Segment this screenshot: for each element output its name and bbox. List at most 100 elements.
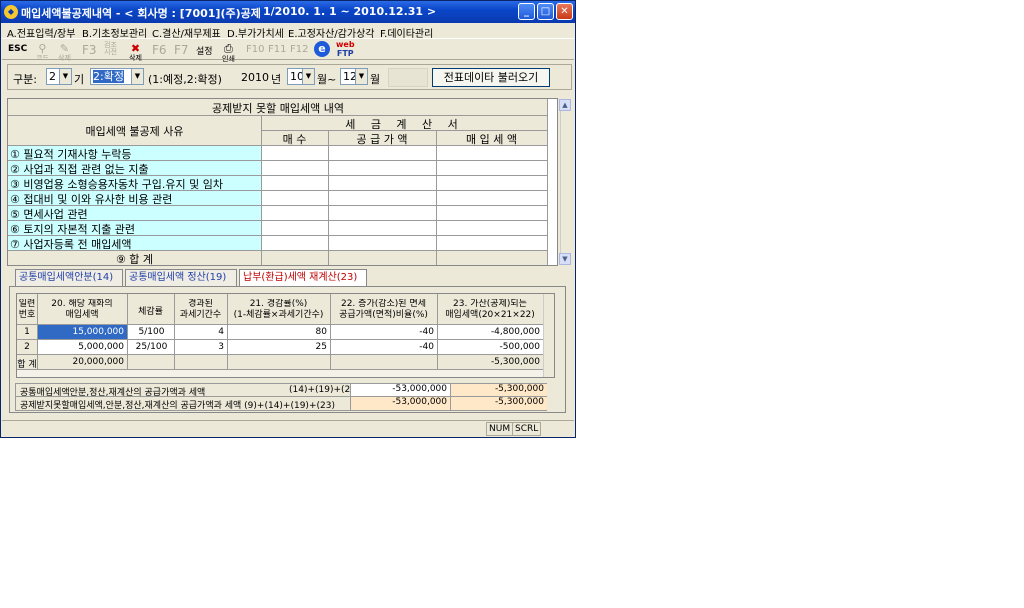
header-seq: 일련 번호 [18, 299, 36, 320]
app-window: ◆ 매입세액불공제내역 - < 회사명 : [7001](주)공제 1/2010… [0, 0, 576, 438]
month-from-suffix: 월~ [317, 73, 337, 86]
total-label: 합 계 [17, 360, 37, 370]
delete-button[interactable]: ✎ 삭제 [58, 42, 71, 62]
f12-button[interactable]: F12 [290, 44, 308, 55]
reason-row: ⑤ 면세사업 관련 [10, 208, 88, 221]
kind-select[interactable]: 2:확정 ▼ [90, 68, 144, 85]
invoice-header: 세 금 계 산 서 [345, 118, 464, 131]
scroll-up-icon[interactable]: ▲ [559, 99, 571, 111]
recalc-panel: 일련 번호 20. 해당 재화의 매입세액 체감률 경과된 과세기간수 21. 경감률… [9, 286, 566, 413]
row-reduce-rate: 80 [315, 327, 327, 337]
grid1-title: 공제받지 못할 매입세액 내역 [212, 102, 344, 115]
type-label: 구분: [13, 73, 37, 86]
month-to-suffix: 월 [370, 73, 381, 86]
header-c20: 20. 해당 재화의 매입세액 [51, 299, 113, 320]
row-rate[interactable]: 25/100 [129, 342, 174, 352]
status-bar: NUM SCRL [2, 420, 574, 436]
code-button[interactable]: ⚲ 코드 [36, 42, 49, 62]
summary-row-1: 공통매입세액안분,정산,재계산의 공급가액과 세액 (14)+(19)+(23)… [15, 383, 547, 398]
row-reduce-rate: 25 [315, 342, 327, 352]
reason-row: ⑦ 사업자등록 전 매입세액 [10, 238, 132, 251]
f11-button[interactable]: F11 [268, 44, 286, 55]
grid1-total-label: ⑨ 합 계 [115, 253, 154, 266]
row-tax-input[interactable]: 5,000,000 [38, 342, 127, 352]
month-to-select[interactable]: 12 ▼ [340, 68, 368, 85]
settings-button[interactable]: 설정 [196, 44, 213, 57]
summary-row-2: 공제받지못할매입세액,안분,정산,재계산의 공급가액과 세액 (9)+(14)+… [15, 397, 547, 411]
delete2-button[interactable]: ✖ 삭제 [129, 42, 142, 62]
col-supply-header: 공 급 가 액 [356, 133, 408, 146]
num-lock-indicator: NUM [486, 422, 514, 436]
web-ftp-button[interactable]: web FTP [336, 40, 355, 58]
row-rate[interactable]: 5/100 [129, 327, 174, 337]
reason-header: 매입세액 불공제 사유 [85, 125, 184, 138]
toolbar: ESC ⚲ 코드 ✎ 삭제 F3 검조 시전 ✖ 삭제 F6 F7 설정 ⎙ 인쇄 F10… [2, 38, 574, 63]
maximize-icon[interactable]: □ [537, 3, 554, 20]
minimize-icon[interactable]: _ [518, 3, 535, 20]
window-title: 매입세액불공제내역 - < 회사명 : [7001](주)공제 [21, 7, 261, 20]
extra-field[interactable] [388, 68, 428, 87]
row-elapsed[interactable]: 4 [174, 327, 227, 337]
print-button[interactable]: ⎙ 인쇄 [222, 42, 235, 63]
load-voucher-button[interactable]: 전표데이타 불러오기 [432, 68, 550, 87]
period-suffix: 기 [74, 73, 85, 86]
menu-bar: A.전표입력/장부 B.기초정보관리 C.결산/재무제표 D.부가가치세 E.고… [2, 23, 574, 40]
reason-row: ③ 비영업용 소형승용자동차 구입.유지 및 임차 [10, 178, 223, 191]
period-select[interactable]: 2 ▼ [46, 68, 72, 85]
row-ratio[interactable]: -40 [330, 342, 437, 352]
row-ratio[interactable]: -40 [330, 327, 437, 337]
window-period: 1/2010. 1. 1 ~ 2010.12.31 > [263, 5, 437, 18]
scroll-lock-indicator: SCRL [512, 422, 542, 436]
reason-row: ⑥ 토지의 자본적 지출 관련 [10, 223, 136, 236]
scroll-down-icon[interactable]: ▼ [559, 253, 571, 265]
header-c21: 21. 경감률(%) (1-체감률×과세기간수) [233, 299, 324, 320]
row-result: -500,000 [499, 342, 540, 352]
header-elapsed: 경과된 과세기간수 [179, 299, 222, 320]
f3-sub-label: 검조 시전 [104, 41, 117, 56]
chevron-down-icon: ▼ [131, 69, 143, 84]
row-elapsed[interactable]: 3 [174, 342, 227, 352]
tab-recalculation[interactable]: 납부(환급)세액 재계산(23) [239, 269, 367, 287]
row-seq: 1 [24, 327, 30, 337]
nondeductible-grid: 공제받지 못할 매입세액 내역 매입세액 불공제 사유 세 금 계 산 서 매 … [7, 98, 572, 266]
summary-supply: -53,000,000 [350, 397, 450, 410]
title-bar[interactable]: ◆ 매입세액불공제내역 - < 회사명 : [7001](주)공제 1/2010… [1, 1, 575, 23]
col-tax-header: 매 입 세 액 [466, 133, 517, 146]
header-rate: 체감률 [138, 307, 163, 317]
summary-tax: -5,300,000 [450, 397, 547, 410]
close-icon[interactable]: ✕ [556, 3, 573, 20]
grid2-scrollbar[interactable] [543, 294, 554, 377]
printer-icon: ⎙ [224, 42, 233, 55]
year-suffix: 년 [271, 73, 282, 86]
year-value: 2010 [241, 71, 269, 84]
header-c23: 23. 가산(공제)되는 매입세액(20×21×22) [445, 299, 535, 320]
header-c22: 22. 증가(감소)된 면세 공급가액(면적)비율(%) [339, 299, 428, 320]
reason-row: ① 필요적 기재사항 누락등 [10, 148, 132, 161]
app-logo-icon: ◆ [4, 5, 18, 19]
row-result: -4,800,000 [490, 327, 540, 337]
recalc-grid: 일련 번호 20. 해당 재화의 매입세액 체감률 경과된 과세기간수 21. 경감률… [16, 293, 555, 378]
grid1-scrollbar[interactable] [560, 99, 572, 265]
row-tax-input[interactable]: 15,000,000 [38, 325, 127, 339]
total-result: -5,300,000 [490, 357, 540, 367]
f10-button[interactable]: F10 [246, 44, 264, 55]
total-tax: 20,000,000 [72, 357, 124, 367]
row-seq: 2 [24, 342, 30, 352]
chevron-down-icon: ▼ [59, 69, 71, 84]
month-from-select[interactable]: 10 ▼ [287, 68, 315, 85]
reason-row: ④ 접대비 및 이와 유사한 비용 관련 [10, 193, 173, 206]
f3-button[interactable]: F3 [82, 43, 97, 57]
e-logo-icon[interactable]: e [314, 41, 330, 57]
filter-bar: 구분: 2 ▼ 기 2:확정 ▼ (1:예정,2:확정) 2010 년 10 ▼ 월~… [7, 64, 572, 90]
f7-button[interactable]: F7 [174, 43, 189, 57]
kind-hint: (1:예정,2:확정) [148, 73, 222, 86]
tab-common-allocation[interactable]: 공통매입세액안분(14) [15, 269, 123, 286]
col-count-header: 매 수 [282, 133, 307, 146]
summary-tax: -5,300,000 [450, 384, 547, 396]
chevron-down-icon: ▼ [355, 69, 367, 84]
summary-supply: -53,000,000 [350, 384, 450, 396]
f6-button[interactable]: F6 [152, 43, 167, 57]
tab-common-settlement[interactable]: 공통매입세액 정산(19) [125, 269, 237, 286]
esc-button[interactable]: ESC [8, 44, 27, 54]
reason-row: ② 사업과 직접 관련 없는 지출 [10, 163, 149, 176]
